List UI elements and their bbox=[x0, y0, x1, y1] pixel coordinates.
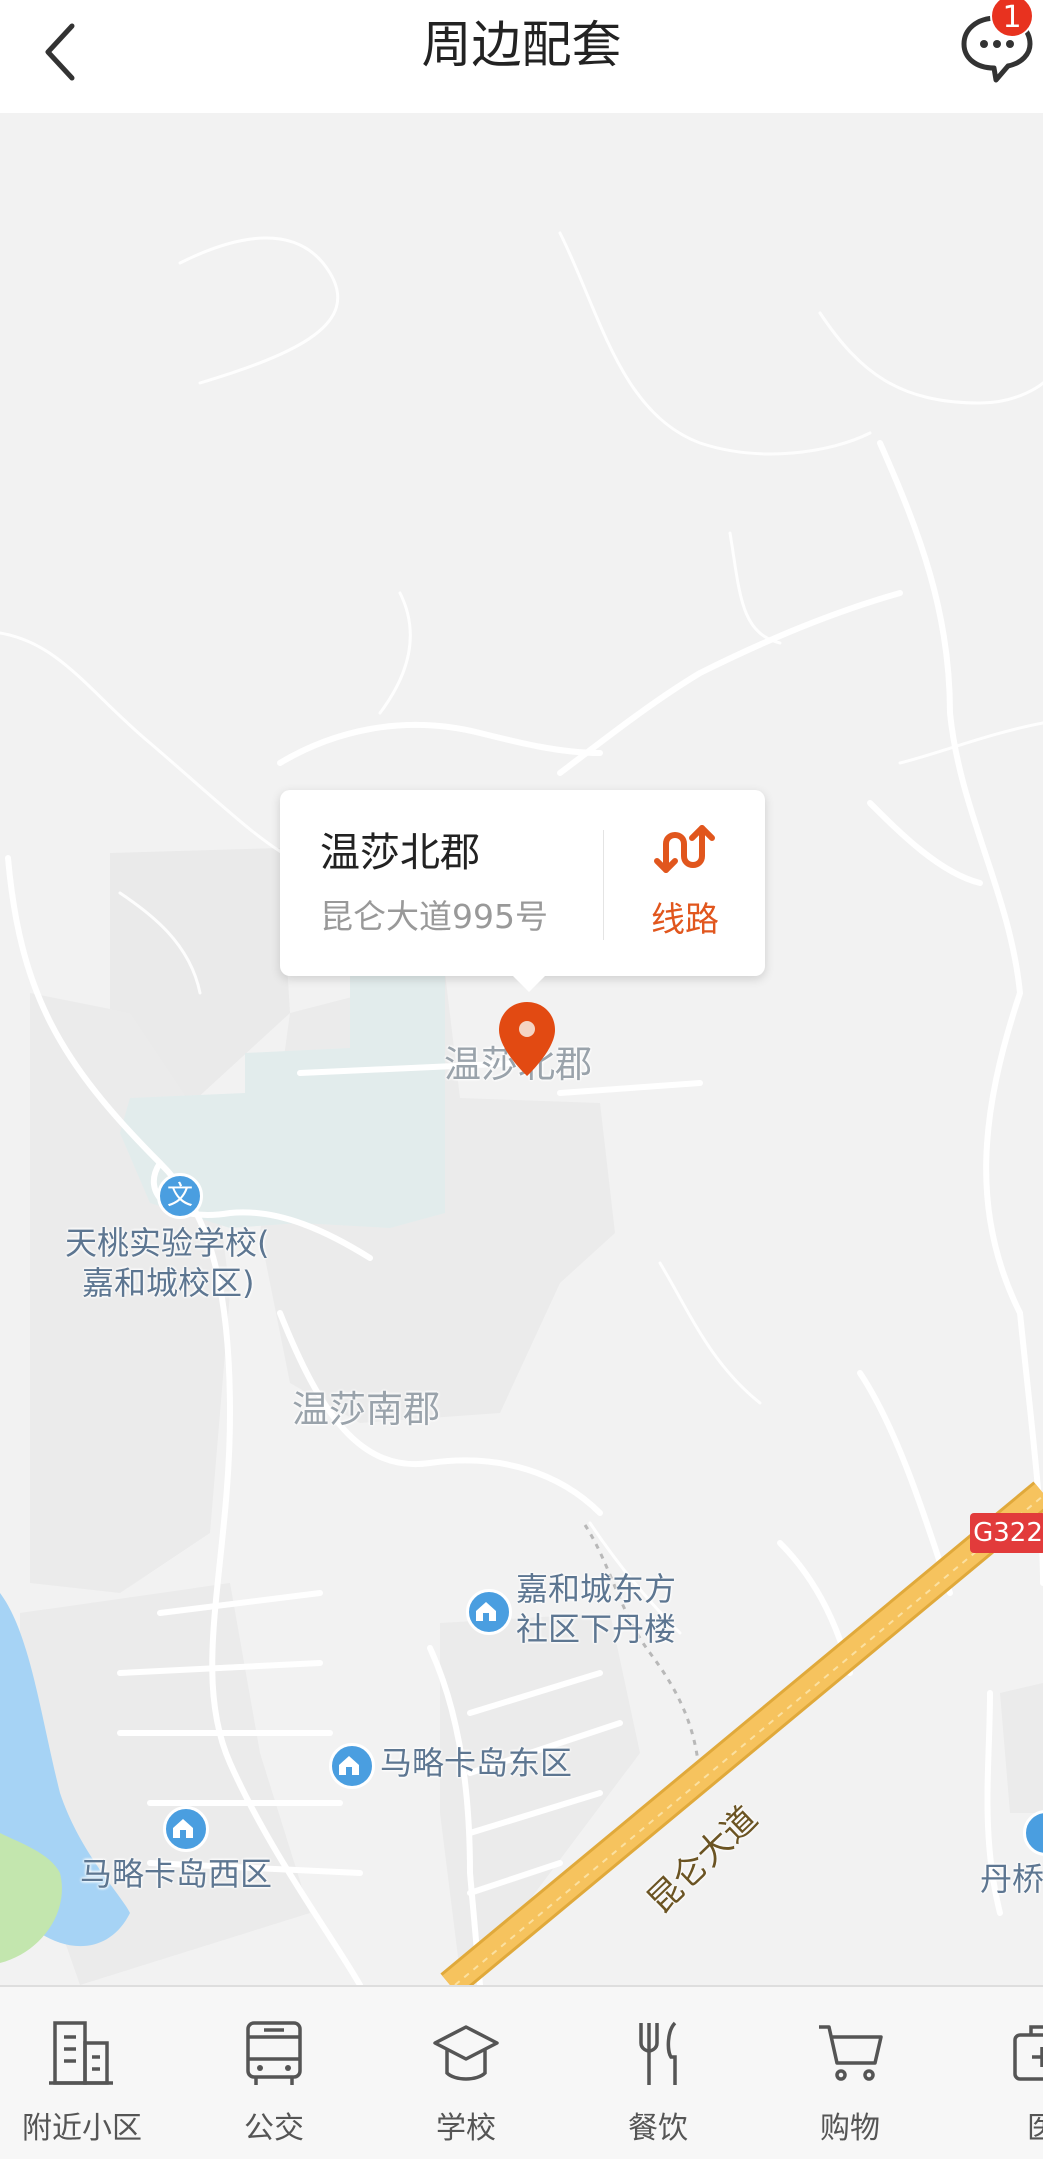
poi-label-west-island[interactable]: 马略卡岛西区 bbox=[80, 1854, 272, 1894]
page-title: 周边配套 bbox=[421, 16, 622, 74]
category-tab-bar: 附近小区 公交 学校 餐饮 购物 bbox=[0, 1985, 1043, 2159]
top-navigation-bar: 周边配套 1 bbox=[0, 0, 1043, 113]
popup-location-name: 温莎北郡 bbox=[320, 830, 480, 876]
bus-icon bbox=[246, 2021, 302, 2085]
tab-school[interactable]: 学校 bbox=[370, 1987, 562, 2159]
location-info-popup[interactable]: 温莎北郡 昆仑大道995号 线路 bbox=[280, 790, 765, 992]
tab-label: 购物 bbox=[820, 2111, 880, 2146]
school-poi-icon[interactable]: 文 bbox=[157, 1173, 203, 1219]
community-poi-icon[interactable] bbox=[466, 1589, 512, 1635]
tab-label: 学校 bbox=[436, 2111, 496, 2146]
tab-label: 医 bbox=[946, 2103, 1043, 2147]
tab-label: 餐饮 bbox=[628, 2111, 688, 2146]
popup-location-address: 昆仑大道995号 bbox=[320, 897, 548, 936]
building-poi-icon bbox=[339, 1756, 359, 1775]
building-poi-icon bbox=[476, 1602, 496, 1621]
popup-divider bbox=[603, 830, 604, 940]
poi-label-school-line1[interactable]: 天桃实验学校( bbox=[65, 1223, 270, 1263]
tab-shopping[interactable]: 购物 bbox=[754, 1987, 946, 2159]
route-icon bbox=[654, 825, 715, 873]
route-button-label: 线路 bbox=[651, 900, 719, 940]
west-island-poi-icon[interactable] bbox=[163, 1806, 209, 1852]
tab-medical[interactable]: 医 bbox=[946, 1987, 1043, 2159]
tab-bus[interactable]: 公交 bbox=[178, 1987, 370, 2159]
poi-label-community-line1[interactable]: 嘉和城东方 bbox=[516, 1569, 676, 1609]
tab-label: 附近小区 bbox=[22, 2111, 142, 2146]
poi-label-community-line2[interactable]: 社区下丹楼 bbox=[516, 1609, 676, 1649]
highway-shield: G322 bbox=[970, 1513, 1043, 1553]
route-button[interactable]: 线路 bbox=[610, 810, 760, 960]
fork-knife-icon bbox=[639, 2021, 677, 2085]
poi-label-east-island[interactable]: 马略卡岛东区 bbox=[380, 1743, 572, 1783]
tab-nearby-communities[interactable]: 附近小区 bbox=[0, 1987, 178, 2159]
location-pin-icon[interactable] bbox=[497, 1000, 557, 1078]
shopping-cart-icon bbox=[819, 2025, 883, 2081]
east-island-poi-icon[interactable] bbox=[329, 1743, 375, 1789]
poi-label-school-line2[interactable]: 嘉和城校区) bbox=[82, 1263, 255, 1303]
medical-kit-icon bbox=[1013, 2025, 1043, 2081]
tab-dining[interactable]: 餐饮 bbox=[562, 1987, 754, 2159]
tab-label: 公交 bbox=[244, 2111, 304, 2146]
building-icon bbox=[49, 2021, 113, 2085]
poi-label-partial-right[interactable]: 丹桥 bbox=[980, 1859, 1043, 1899]
graduation-cap-icon bbox=[433, 2025, 499, 2081]
building-poi-icon bbox=[173, 1819, 193, 1838]
map-area-label-south: 温莎南郡 bbox=[292, 1388, 440, 1431]
